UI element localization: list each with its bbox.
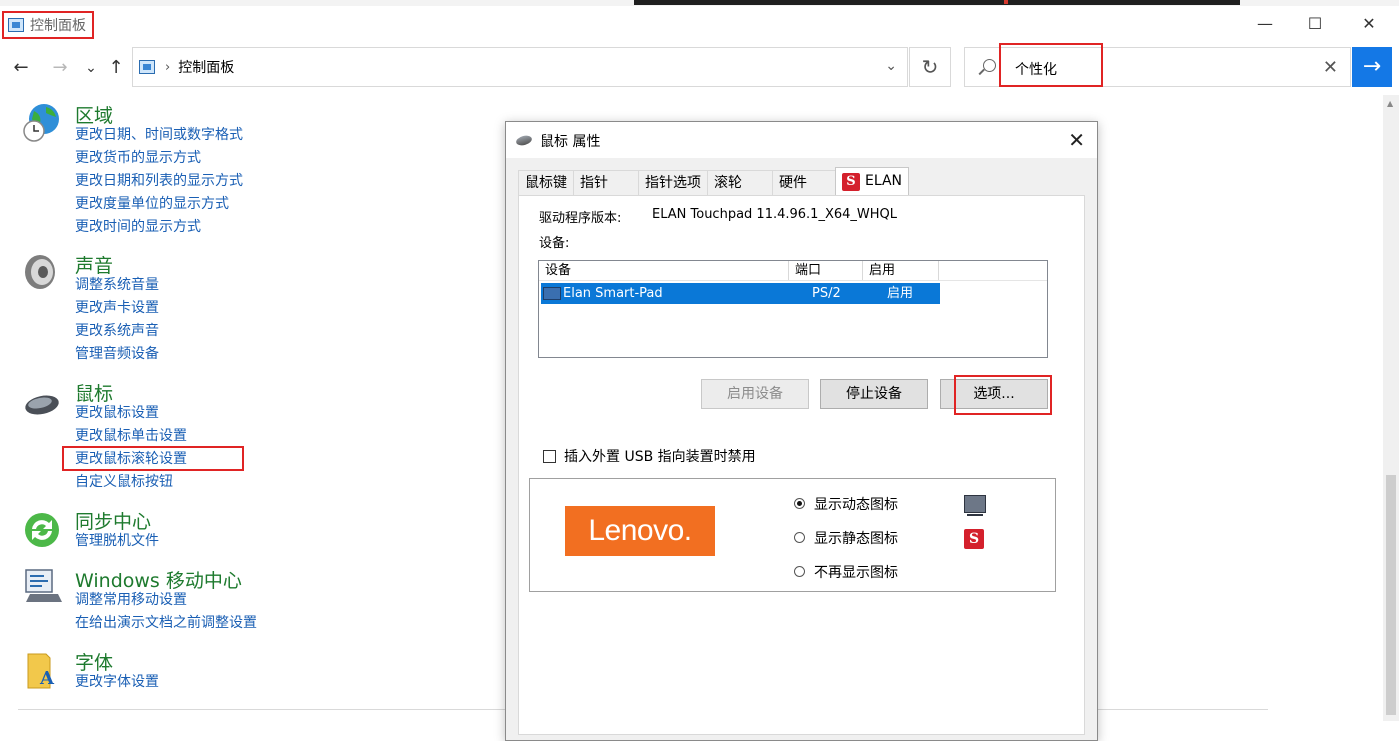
search-input[interactable]: 个性化 xyxy=(1015,59,1057,79)
region-link[interactable]: 更改日期、时间或数字格式 xyxy=(75,124,243,147)
forward-button[interactable]: → xyxy=(47,54,73,82)
disable-on-usb-label[interactable]: 插入外置 USB 指向装置时禁用 xyxy=(564,446,756,466)
globe-clock-icon xyxy=(23,104,59,142)
radio-static-icon-label[interactable]: 显示静态图标 xyxy=(814,528,898,548)
column-port[interactable]: 端口 xyxy=(789,261,863,280)
enable-device-button[interactable]: 启用设备 xyxy=(701,379,809,409)
search-box[interactable]: 个性化 ✕ xyxy=(964,43,1351,87)
search-icon xyxy=(983,59,996,72)
radio-dynamic-icon[interactable] xyxy=(794,498,805,509)
sound-link[interactable]: 更改系统声音 xyxy=(75,320,159,343)
fonts-folder-icon: A xyxy=(27,653,55,689)
tab-wheel[interactable]: 滚轮 xyxy=(707,170,773,195)
clear-search-icon[interactable]: ✕ xyxy=(1323,57,1338,78)
devices-label: 设备: xyxy=(539,236,570,251)
region-link[interactable]: 更改时间的显示方式 xyxy=(75,216,243,239)
radio-no-icon[interactable] xyxy=(794,566,805,577)
mouse-link[interactable]: 更改鼠标设置 xyxy=(75,402,187,425)
tab-strip: 鼠标键 指针 指针选项 滚轮 硬件 S ELAN xyxy=(518,167,910,195)
background-window xyxy=(634,0,1240,5)
scrollbar-thumb[interactable] xyxy=(1386,475,1396,715)
background-window-accent xyxy=(1004,0,1008,4)
address-bar[interactable]: › 控制面板 ⌄ xyxy=(132,47,908,87)
laptop-icon xyxy=(25,569,62,602)
svg-text:A: A xyxy=(39,668,55,689)
scrollbar[interactable]: ▲ xyxy=(1383,95,1399,721)
static-elan-icon: S xyxy=(964,529,984,549)
search-go-button[interactable]: → xyxy=(1352,47,1392,87)
mouse-link[interactable]: 自定义鼠标按钮 xyxy=(75,471,187,494)
region-link[interactable]: 更改日期和列表的显示方式 xyxy=(75,170,243,193)
speaker-icon xyxy=(25,255,55,289)
tab-elan[interactable]: S ELAN xyxy=(835,167,910,195)
column-device[interactable]: 设备 xyxy=(539,261,789,280)
breadcrumb-chevron-icon[interactable]: › xyxy=(165,60,170,75)
device-row[interactable]: Elan Smart-Pad PS/2 启用 xyxy=(541,283,940,304)
up-button[interactable]: ↑ xyxy=(103,54,129,82)
icon-display-group: Lenovo. 显示动态图标 显示静态图标 S 不再显示图标 xyxy=(529,478,1056,592)
tab-hardware[interactable]: 硬件 xyxy=(772,170,836,195)
sound-link[interactable]: 调整系统音量 xyxy=(75,274,159,297)
mouse-icon xyxy=(25,395,59,415)
radio-no-icon-label[interactable]: 不再显示图标 xyxy=(814,562,898,582)
radio-dynamic-icon-label[interactable]: 显示动态图标 xyxy=(814,494,898,514)
device-name: Elan Smart-Pad xyxy=(563,286,663,301)
address-dropdown-icon[interactable]: ⌄ xyxy=(885,58,897,74)
title-bar: 控制面板 — ☐ ✕ xyxy=(0,6,1399,42)
dialog-title: 鼠标 属性 xyxy=(540,134,601,150)
lenovo-logo: Lenovo. xyxy=(565,506,715,556)
radio-static-icon[interactable] xyxy=(794,532,805,543)
sync-icon xyxy=(25,513,59,547)
device-list[interactable]: 设备 端口 启用 Elan Smart-Pad PS/2 启用 xyxy=(538,260,1048,358)
region-link[interactable]: 更改度量单位的显示方式 xyxy=(75,193,243,216)
mobility-link[interactable]: 调整常用移动设置 xyxy=(75,589,257,612)
dialog-close-button[interactable]: ✕ xyxy=(1068,128,1085,152)
device-enabled: 启用 xyxy=(887,286,914,301)
back-button[interactable]: ← xyxy=(8,54,34,82)
mobility-link[interactable]: 在给出演示文档之前调整设置 xyxy=(75,612,257,635)
app-title: 控制面板 xyxy=(2,11,94,39)
driver-version-label: 驱动程序版本: xyxy=(539,211,622,226)
sound-link[interactable]: 更改声卡设置 xyxy=(75,297,159,320)
region-link[interactable]: 更改货币的显示方式 xyxy=(75,147,243,170)
column-enabled[interactable]: 启用 xyxy=(863,261,939,280)
dynamic-touchpad-icon xyxy=(964,495,986,516)
refresh-button[interactable]: ↻ xyxy=(909,47,951,87)
disable-on-usb-checkbox[interactable] xyxy=(543,450,556,463)
device-port: PS/2 xyxy=(812,286,841,301)
scroll-up-icon[interactable]: ▲ xyxy=(1387,99,1393,108)
app-title-text: 控制面板 xyxy=(30,18,86,34)
tab-buttons[interactable]: 鼠标键 xyxy=(518,170,574,195)
tab-elan-label: ELAN xyxy=(865,173,903,189)
device-list-header: 设备 端口 启用 xyxy=(539,261,1047,281)
driver-version-value: ELAN Touchpad 11.4.96.1_X64_WHQL xyxy=(652,207,897,222)
tab-pointer-options[interactable]: 指针选项 xyxy=(638,170,708,195)
elan-icon: S xyxy=(842,172,860,191)
minimize-button[interactable]: — xyxy=(1242,12,1288,36)
maximize-button[interactable]: ☐ xyxy=(1292,12,1338,36)
control-panel-icon xyxy=(8,18,24,32)
control-panel-icon xyxy=(139,60,155,74)
breadcrumb[interactable]: 控制面板 xyxy=(178,57,234,77)
recent-locations-button[interactable]: ⌄ xyxy=(78,54,104,82)
close-button[interactable]: ✕ xyxy=(1346,12,1392,36)
touchpad-icon xyxy=(543,287,561,300)
sound-link[interactable]: 管理音频设备 xyxy=(75,343,159,366)
tab-pointers[interactable]: 指针 xyxy=(573,170,639,195)
disable-device-button[interactable]: 停止设备 xyxy=(820,379,928,409)
dialog-title-bar: 鼠标 属性 ✕ xyxy=(506,122,1097,158)
mouse-icon xyxy=(515,134,533,147)
sync-link[interactable]: 管理脱机文件 xyxy=(75,530,159,553)
options-highlight-box xyxy=(954,375,1052,415)
fonts-link[interactable]: 更改字体设置 xyxy=(75,671,159,694)
mouse-link[interactable]: 更改鼠标单击设置 xyxy=(75,425,187,448)
mouse-properties-dialog: 鼠标 属性 ✕ 鼠标键 指针 指针选项 滚轮 硬件 S ELAN 驱动程序版本:… xyxy=(505,121,1098,741)
wheel-link-highlight-box xyxy=(62,446,244,471)
